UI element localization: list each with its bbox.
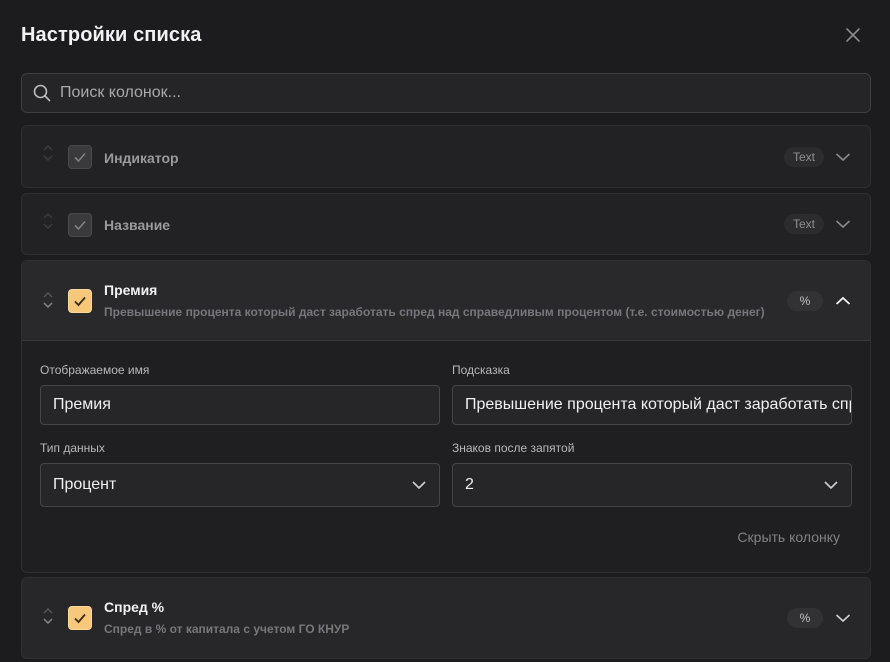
collapse-button[interactable] <box>834 292 852 310</box>
data-type-select[interactable]: Процент <box>40 463 440 507</box>
chevron-up-icon <box>43 213 53 219</box>
column-description: Превышение процента который даст заработ… <box>104 305 765 319</box>
hint-input[interactable]: Превышение процента который даст заработ… <box>452 385 852 425</box>
chevron-down-icon <box>43 155 53 161</box>
check-icon <box>74 613 86 624</box>
chevron-down-icon <box>43 302 53 308</box>
hint-label: Подсказка <box>452 363 510 377</box>
column-card-spread: Спред % Спред в % от капитала с учетом Г… <box>21 577 871 659</box>
search-icon <box>33 84 51 102</box>
column-name: Название <box>104 217 171 233</box>
hide-column-button[interactable]: Скрыть колонку <box>737 529 840 545</box>
column-card-premium: Премия Превышение процента который даст … <box>21 260 871 573</box>
chevron-up-icon <box>43 145 53 151</box>
decimals-label: Знаков после запятой <box>452 441 575 455</box>
column-visible-checkbox[interactable] <box>68 145 92 169</box>
column-visible-checkbox[interactable] <box>68 213 92 237</box>
column-card-indicator: Индикатор Text <box>21 125 871 188</box>
type-badge: Text <box>783 147 824 167</box>
search-input[interactable] <box>60 84 840 102</box>
search-box <box>21 73 871 113</box>
expand-button[interactable] <box>834 148 852 166</box>
column-name: Спред % <box>104 599 165 615</box>
display-name-input[interactable]: Премия <box>40 385 440 425</box>
close-button[interactable] <box>841 23 865 47</box>
column-name: Индикатор <box>104 150 179 166</box>
data-type-label: Тип данных <box>40 441 105 455</box>
close-icon <box>846 28 860 42</box>
chevron-up-icon <box>43 608 53 614</box>
column-card-header: Премия Превышение процента который даст … <box>22 261 870 341</box>
expand-button[interactable] <box>834 609 852 627</box>
chevron-up-icon <box>43 292 53 298</box>
check-icon <box>74 296 86 307</box>
chevron-down-icon <box>835 220 851 229</box>
column-visible-checkbox[interactable] <box>68 606 92 630</box>
chevron-down-icon <box>43 223 53 229</box>
chevron-up-icon <box>835 296 851 305</box>
type-badge: % <box>787 291 823 311</box>
check-icon <box>74 220 86 231</box>
expand-button[interactable] <box>834 215 852 233</box>
chevron-down-icon <box>412 481 426 490</box>
column-editor: Отображаемое имя Премия Подсказка Превыш… <box>22 341 870 573</box>
type-badge: Text <box>783 214 824 234</box>
drag-handle[interactable] <box>41 607 55 625</box>
drag-handle[interactable] <box>41 212 55 230</box>
chevron-down-icon <box>835 614 851 623</box>
column-name: Премия <box>104 282 158 298</box>
display-name-label: Отображаемое имя <box>40 363 150 377</box>
type-badge: % <box>787 608 823 628</box>
column-visible-checkbox[interactable] <box>68 289 92 313</box>
dialog-title: Настройки списка <box>21 23 202 46</box>
drag-handle[interactable] <box>41 144 55 162</box>
column-card-name: Название Text <box>21 193 871 255</box>
decimals-value: 2 <box>465 476 474 493</box>
decimals-select[interactable]: 2 <box>452 463 852 507</box>
drag-handle[interactable] <box>41 291 55 309</box>
chevron-down-icon <box>824 481 838 490</box>
data-type-value: Процент <box>53 476 117 493</box>
check-icon <box>74 152 86 163</box>
dialog-header: Настройки списка <box>21 20 869 50</box>
chevron-down-icon <box>835 153 851 162</box>
chevron-down-icon <box>43 618 53 624</box>
column-description: Спред в % от капитала с учетом ГО КНУР <box>104 622 350 636</box>
